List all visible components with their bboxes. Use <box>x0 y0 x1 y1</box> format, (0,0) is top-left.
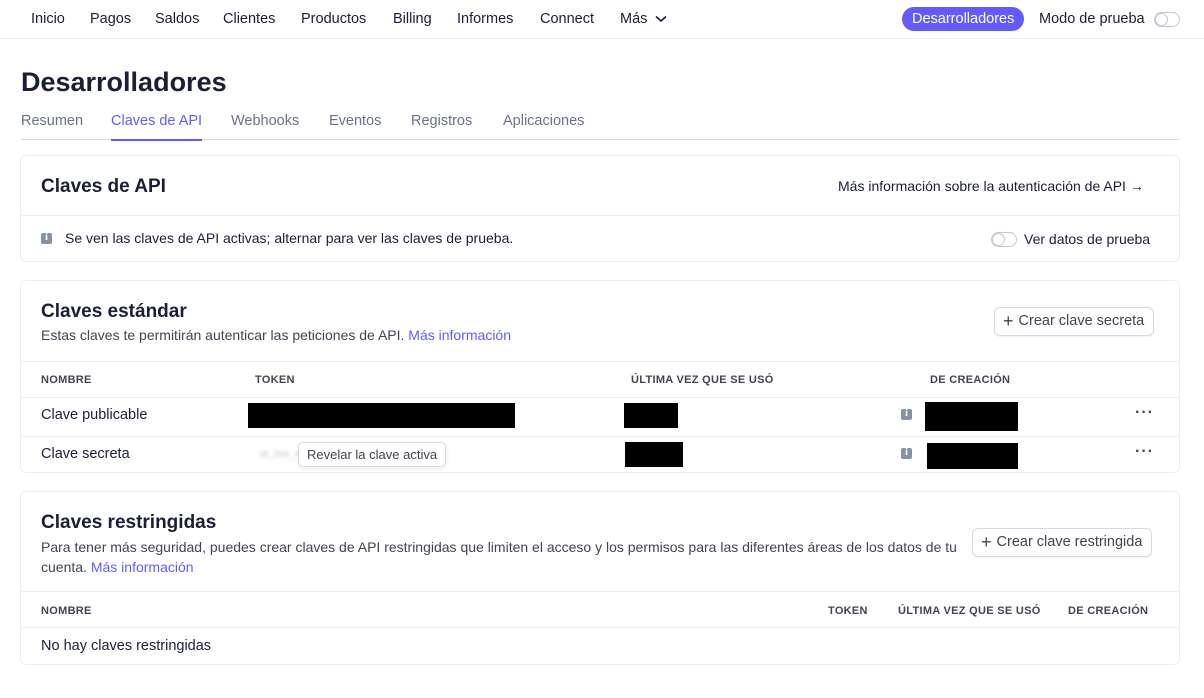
column-header-created: DE CREACIÓN <box>1068 605 1149 617</box>
top-nav: Inicio Pagos Saldos Clientes Productos B… <box>0 0 1204 39</box>
divider <box>21 591 1179 592</box>
restricted-keys-card: Claves restringidas Para tener más segur… <box>20 491 1180 665</box>
developers-button[interactable]: Desarrolladores <box>902 7 1025 31</box>
nav-item-pagos[interactable]: Pagos <box>90 11 131 27</box>
secret-key-last-used-redacted <box>625 442 683 467</box>
tab-registros[interactable]: Registros <box>411 113 472 129</box>
publishable-key-last-used-redacted <box>624 403 678 428</box>
standard-keys-title: Claves estándar <box>41 301 187 322</box>
divider <box>21 436 1179 437</box>
divider <box>21 627 1179 628</box>
divider <box>21 215 1179 216</box>
test-mode-label: Modo de prueba <box>1039 11 1145 27</box>
restricted-keys-title: Claves restringidas <box>41 512 217 533</box>
column-header-token: TOKEN <box>828 605 868 617</box>
nav-item-mas-label: Más <box>620 11 648 27</box>
restricted-keys-subtitle: Para tener más seguridad, puedes crear c… <box>41 537 971 577</box>
tab-eventos[interactable]: Eventos <box>329 113 381 129</box>
column-header-name: NOMBRE <box>41 374 92 386</box>
column-header-last-used: ÚLTIMA VEZ QUE SE USÓ <box>898 605 1041 617</box>
divider <box>21 397 1179 398</box>
standard-keys-card: Claves estándar Estas claves te permitir… <box>20 280 1180 473</box>
standard-keys-description: Estas claves te permitirán autenticar la… <box>41 327 405 343</box>
info-icon: i <box>41 233 52 244</box>
nav-item-inicio[interactable]: Inicio <box>31 11 65 27</box>
toggle-knob <box>1156 14 1167 25</box>
live-keys-notice: Se ven las claves de API activas; altern… <box>65 230 514 246</box>
create-secret-key-button[interactable]: + Crear clave secreta <box>994 307 1155 336</box>
nav-item-informes[interactable]: Informes <box>457 11 513 27</box>
column-header-token: TOKEN <box>255 374 295 386</box>
tab-api-keys[interactable]: Claves de API <box>111 113 203 141</box>
tab-webhooks[interactable]: Webhooks <box>231 113 299 129</box>
create-restricted-key-label: Crear clave restringida <box>996 534 1143 550</box>
publishable-key-name: Clave publicable <box>41 407 148 423</box>
nav-item-clientes[interactable]: Clientes <box>223 11 275 27</box>
info-icon[interactable]: i <box>901 409 912 420</box>
nav-item-productos[interactable]: Productos <box>301 11 366 27</box>
publishable-key-created-redacted <box>925 402 1018 431</box>
restricted-keys-empty-state: No hay claves restringidas <box>41 638 212 654</box>
test-mode-toggle[interactable] <box>1154 12 1180 27</box>
reveal-live-key-button[interactable]: Revelar la clave activa <box>298 442 447 467</box>
page-title: Desarrolladores <box>21 67 227 97</box>
standard-keys-subtitle: Estas claves te permitirán autenticar la… <box>41 325 511 345</box>
toggle-knob <box>993 234 1004 245</box>
more-options-icon[interactable]: ··· <box>1135 404 1154 422</box>
column-header-created: DE CREACIÓN <box>930 374 1011 386</box>
column-header-last-used: ÚLTIMA VEZ QUE SE USÓ <box>631 374 774 386</box>
info-icon[interactable]: i <box>901 448 912 459</box>
publishable-key-token-redacted <box>248 403 515 428</box>
nav-item-saldos[interactable]: Saldos <box>155 11 199 27</box>
sub-tabs: Resumen Claves de API Webhooks Eventos R… <box>21 110 1180 141</box>
create-secret-key-label: Crear clave secreta <box>1018 313 1145 329</box>
standard-more-info-link[interactable]: Más información <box>408 327 511 343</box>
api-auth-learn-more-link[interactable]: Más información sobre la autenticación d… <box>838 178 1144 194</box>
divider <box>21 361 1179 362</box>
nav-item-mas[interactable]: Más <box>620 11 667 27</box>
api-keys-title: Claves de API <box>41 176 166 197</box>
tab-resumen[interactable]: Resumen <box>21 113 83 129</box>
nav-item-billing[interactable]: Billing <box>393 11 432 27</box>
nav-item-connect[interactable]: Connect <box>540 11 594 27</box>
column-header-name: NOMBRE <box>41 605 92 617</box>
plus-icon: + <box>981 532 992 552</box>
chevron-down-icon <box>655 16 667 23</box>
secret-key-name: Clave secreta <box>41 446 130 462</box>
more-options-icon[interactable]: ··· <box>1135 443 1154 461</box>
secret-key-created-redacted <box>927 443 1018 469</box>
plus-icon: + <box>1003 311 1014 331</box>
restricted-more-info-link[interactable]: Más información <box>91 559 194 575</box>
view-test-data-toggle[interactable] <box>991 232 1017 247</box>
create-restricted-key-button[interactable]: + Crear clave restringida <box>972 528 1153 557</box>
api-keys-card: Claves de API Más información sobre la a… <box>20 155 1180 262</box>
tab-aplicaciones[interactable]: Aplicaciones <box>503 113 584 129</box>
view-test-data-label: Ver datos de prueba <box>1024 231 1151 247</box>
